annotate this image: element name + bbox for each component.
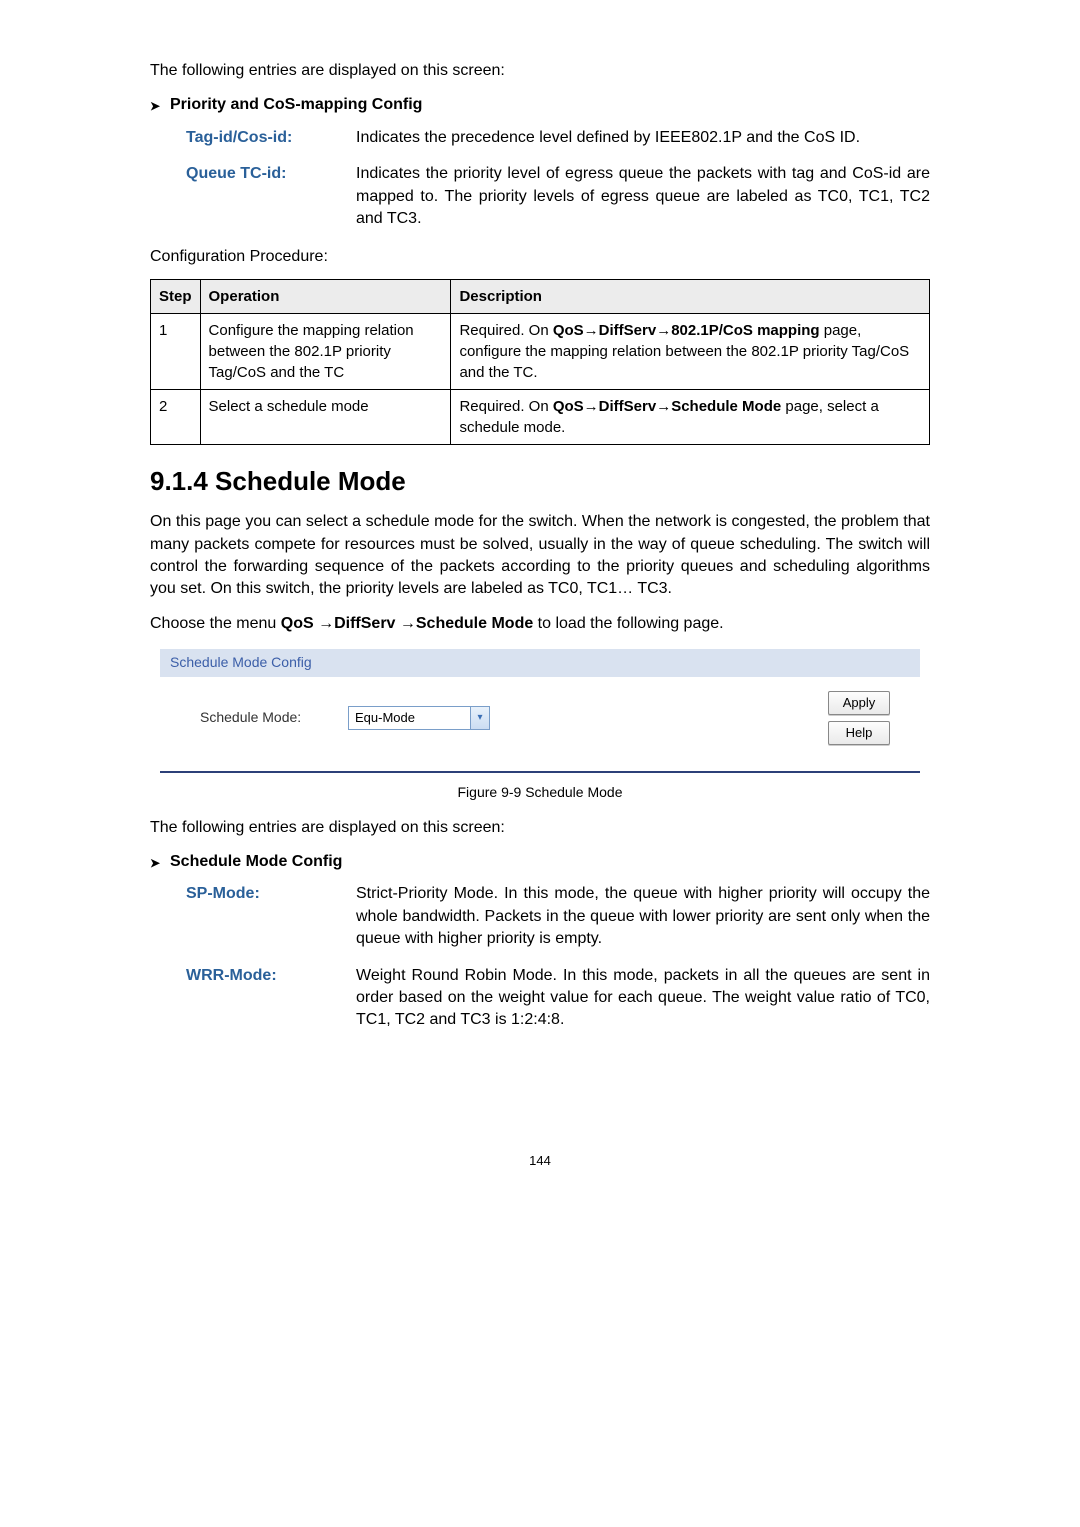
table-row: 2 Select a schedule mode Required. On Qo… [151,389,930,444]
definition-list-1: Tag-id/Cos-id: Indicates the precedence … [186,127,930,231]
heading-schedule-mode: 9.1.4 Schedule Mode [150,463,930,499]
td-desc: Required. On QoS→DiffServ→Schedule Mode … [451,389,930,444]
panel-title: Schedule Mode Config [160,649,920,677]
td-step: 2 [151,389,201,444]
def-row: SP-Mode: Strict-Priority Mode. In this m… [186,883,930,950]
page-number: 144 [150,1152,930,1170]
panel-button-group: Apply Help [828,691,910,745]
def-label-queuetc: Queue TC-id: [186,163,356,230]
def-text-tagid: Indicates the precedence level defined b… [356,127,930,149]
schedule-mode-select[interactable]: Equ-Mode ▾ [348,706,490,730]
figure-caption: Figure 9-9 Schedule Mode [150,783,930,803]
desc-bold: QoS→DiffServ→802.1P/CoS mapping [553,322,820,339]
def-label-spmode: SP-Mode: [186,883,356,950]
def-text-spmode: Strict-Priority Mode. In this mode, the … [356,883,930,950]
help-button[interactable]: Help [828,721,890,745]
desc-pre: Required. On [459,398,552,415]
schedule-mode-config-panel: Schedule Mode Config Schedule Mode: Equ-… [160,649,920,773]
def-label-tagid: Tag-id/Cos-id: [186,127,356,149]
intro-text: The following entries are displayed on t… [150,60,930,82]
select-value: Equ-Mode [349,709,470,727]
def-label-wrrmode: WRR-Mode: [186,965,356,1032]
th-description: Description [451,279,930,313]
schedule-mode-label: Schedule Mode: [200,708,330,728]
th-step: Step [151,279,201,313]
menu-post: to load the following page. [533,615,723,632]
intro-text-2: The following entries are displayed on t… [150,817,930,839]
apply-button[interactable]: Apply [828,691,890,715]
def-row: Tag-id/Cos-id: Indicates the precedence … [186,127,930,149]
menu-pre: Choose the menu [150,615,281,632]
def-text-queuetc: Indicates the priority level of egress q… [356,163,930,230]
def-row: WRR-Mode: Weight Round Robin Mode. In th… [186,965,930,1032]
def-row: Queue TC-id: Indicates the priority leve… [186,163,930,230]
panel-body: Schedule Mode: Equ-Mode ▾ Apply Help [160,677,920,773]
th-operation: Operation [200,279,451,313]
section-priority-cos-title: Priority and CoS-mapping Config [150,94,930,116]
config-procedure-heading: Configuration Procedure: [150,246,930,268]
def-text-wrrmode: Weight Round Robin Mode. In this mode, p… [356,965,930,1032]
menu-bold: QoS →DiffServ →Schedule Mode [281,615,533,632]
td-desc: Required. On QoS→DiffServ→802.1P/CoS map… [451,313,930,389]
td-op: Configure the mapping relation between t… [200,313,451,389]
config-procedure-table: Step Operation Description 1 Configure t… [150,279,930,445]
menu-path-line: Choose the menu QoS →DiffServ →Schedule … [150,613,930,635]
desc-bold: QoS→DiffServ→Schedule Mode [553,398,781,415]
table-row: 1 Configure the mapping relation between… [151,313,930,389]
td-op: Select a schedule mode [200,389,451,444]
desc-pre: Required. On [459,322,552,339]
td-step: 1 [151,313,201,389]
chevron-down-icon[interactable]: ▾ [470,707,489,729]
section-schedule-mode-config-title: Schedule Mode Config [150,851,930,873]
definition-list-2: SP-Mode: Strict-Priority Mode. In this m… [186,883,930,1031]
schedule-mode-paragraph: On this page you can select a schedule m… [150,511,930,601]
